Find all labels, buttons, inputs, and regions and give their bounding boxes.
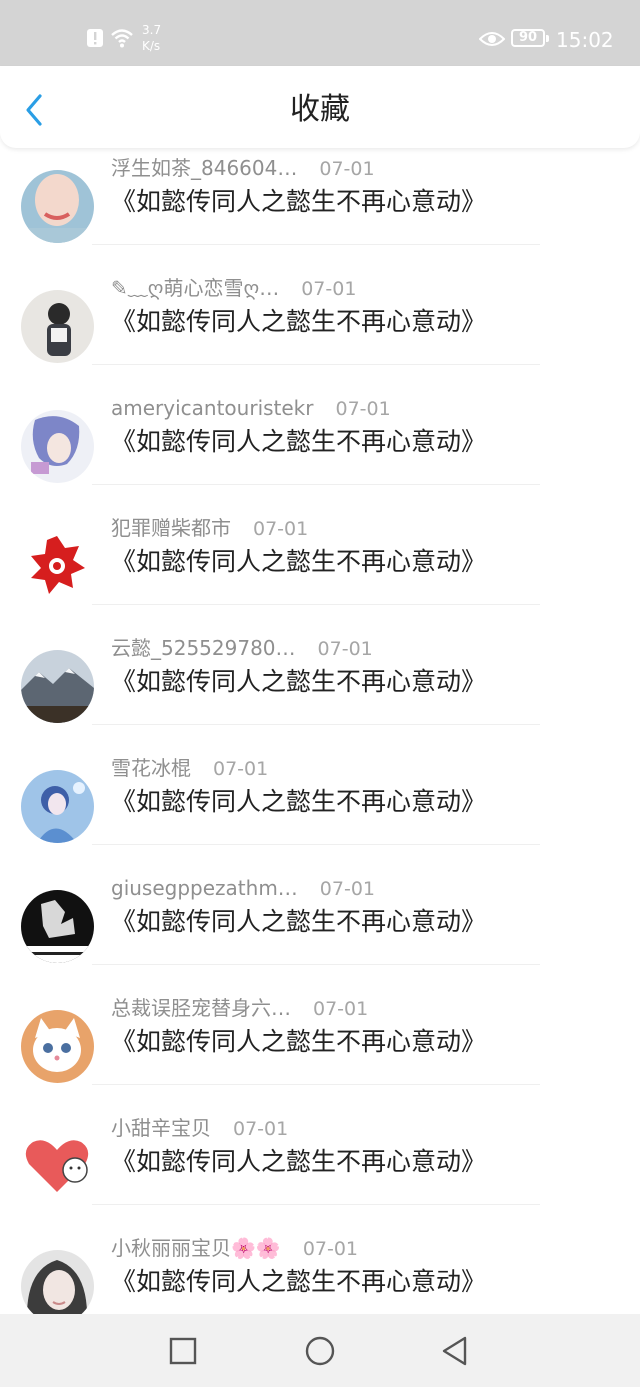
date: 07-01 bbox=[319, 158, 375, 180]
divider bbox=[92, 1084, 540, 1085]
network-speed-unit: K/s bbox=[142, 39, 161, 53]
item-meta: 犯罪赠柴都市 07-01 bbox=[111, 510, 308, 546]
network-speed: 3.7 K/s bbox=[142, 22, 172, 54]
date: 07-01 bbox=[313, 998, 369, 1020]
list-item[interactable]: ✎﹏ღ萌心恋雪ღ… 07-01 《如懿传同人之懿生不再心意动》 bbox=[0, 268, 640, 388]
book-title[interactable]: 《如懿传同人之懿生不再心意动》 bbox=[111, 184, 486, 220]
date: 07-01 bbox=[335, 398, 391, 420]
recents-button[interactable] bbox=[166, 1334, 200, 1368]
avatar[interactable] bbox=[21, 1250, 94, 1314]
username[interactable]: 小秋丽丽宝贝🌸🌸 bbox=[111, 1236, 281, 1260]
book-title[interactable]: 《如懿传同人之懿生不再心意动》 bbox=[111, 1264, 486, 1300]
item-meta: giusegppezathm… 07-01 bbox=[111, 870, 375, 906]
back-nav-button[interactable] bbox=[438, 1334, 472, 1368]
favorites-list[interactable]: 浮生如茶_846604… 07-01 《如懿传同人之懿生不再心意动》 ✎﹏ღ萌心恋… bbox=[0, 148, 640, 1314]
date: 07-01 bbox=[213, 758, 269, 780]
list-item[interactable]: 雪花冰棍 07-01 《如懿传同人之懿生不再心意动》 bbox=[0, 748, 640, 868]
avatar[interactable] bbox=[21, 1010, 94, 1083]
divider bbox=[92, 964, 540, 965]
book-title[interactable]: 《如懿传同人之懿生不再心意动》 bbox=[111, 424, 486, 460]
item-meta: 浮生如茶_846604… 07-01 bbox=[111, 150, 375, 186]
username[interactable]: ✎﹏ღ萌心恋雪ღ… bbox=[111, 276, 279, 300]
avatar[interactable] bbox=[21, 410, 94, 483]
username[interactable]: 总裁误胫宠替身六… bbox=[111, 996, 291, 1020]
date: 07-01 bbox=[301, 278, 357, 300]
avatar[interactable] bbox=[21, 530, 94, 603]
battery-icon: 90 bbox=[511, 29, 549, 47]
avatar[interactable] bbox=[21, 1130, 94, 1203]
item-meta: 雪花冰棍 07-01 bbox=[111, 750, 268, 786]
book-title[interactable]: 《如懿传同人之懿生不再心意动》 bbox=[111, 304, 486, 340]
book-title[interactable]: 《如懿传同人之懿生不再心意动》 bbox=[111, 664, 486, 700]
divider bbox=[92, 364, 540, 365]
item-meta: ameryicantouristekr 07-01 bbox=[111, 390, 391, 426]
book-title[interactable]: 《如懿传同人之懿生不再心意动》 bbox=[111, 1024, 486, 1060]
clock: 15:02 bbox=[556, 28, 614, 52]
system-nav-bar bbox=[0, 1314, 640, 1387]
list-item[interactable]: 小秋丽丽宝贝🌸🌸 07-01 《如懿传同人之懿生不再心意动》 bbox=[0, 1228, 640, 1314]
item-meta: 总裁误胫宠替身六… 07-01 bbox=[111, 990, 368, 1026]
avatar[interactable] bbox=[21, 890, 94, 963]
list-item[interactable]: 总裁误胫宠替身六… 07-01 《如懿传同人之懿生不再心意动》 bbox=[0, 988, 640, 1108]
date: 07-01 bbox=[317, 638, 373, 660]
avatar[interactable] bbox=[21, 770, 94, 843]
book-title[interactable]: 《如懿传同人之懿生不再心意动》 bbox=[111, 904, 486, 940]
book-title[interactable]: 《如懿传同人之懿生不再心意动》 bbox=[111, 784, 486, 820]
page-title: 收藏 bbox=[290, 92, 350, 127]
date: 07-01 bbox=[319, 878, 376, 900]
wifi-icon bbox=[111, 29, 133, 48]
date: 07-01 bbox=[302, 1238, 359, 1260]
divider bbox=[92, 244, 540, 245]
username[interactable]: ameryicantouristekr bbox=[111, 396, 314, 420]
list-item[interactable]: giusegppezathm… 07-01 《如懿传同人之懿生不再心意动》 bbox=[0, 868, 640, 988]
eye-icon bbox=[479, 32, 505, 46]
username[interactable]: 浮生如茶_846604… bbox=[111, 156, 297, 180]
home-button[interactable] bbox=[303, 1334, 337, 1368]
triangle-back-icon bbox=[442, 1336, 467, 1366]
item-meta: 云懿_525529780… 07-01 bbox=[111, 630, 373, 666]
status-bar: 3.7 K/s 90 15:02 bbox=[0, 0, 640, 66]
username[interactable]: giusegppezathm… bbox=[111, 876, 298, 900]
date: 07-01 bbox=[233, 1118, 289, 1140]
divider bbox=[92, 724, 540, 725]
username[interactable]: 小甜辛宝贝 bbox=[111, 1116, 211, 1140]
avatar[interactable] bbox=[21, 170, 94, 243]
username[interactable]: 犯罪赠柴都市 bbox=[111, 516, 231, 540]
divider bbox=[92, 604, 540, 605]
avatar[interactable] bbox=[21, 650, 94, 723]
list-item[interactable]: 犯罪赠柴都市 07-01 《如懿传同人之懿生不再心意动》 bbox=[0, 508, 640, 628]
avatar[interactable] bbox=[21, 290, 94, 363]
divider bbox=[92, 1204, 540, 1205]
date: 07-01 bbox=[253, 518, 309, 540]
app-header: 收藏 bbox=[0, 66, 640, 148]
list-item[interactable]: 浮生如茶_846604… 07-01 《如懿传同人之懿生不再心意动》 bbox=[0, 148, 640, 268]
item-meta: ✎﹏ღ萌心恋雪ღ… 07-01 bbox=[111, 270, 356, 306]
network-speed-value: 3.7 bbox=[142, 23, 162, 37]
circle-home-icon bbox=[305, 1336, 335, 1366]
list-item[interactable]: ameryicantouristekr 07-01 《如懿传同人之懿生不再心意动》 bbox=[0, 388, 640, 508]
book-title[interactable]: 《如懿传同人之懿生不再心意动》 bbox=[111, 544, 486, 580]
square-recents-icon bbox=[169, 1337, 197, 1365]
item-meta: 小甜辛宝贝 07-01 bbox=[111, 1110, 288, 1146]
username[interactable]: 雪花冰棍 bbox=[111, 756, 191, 780]
username[interactable]: 云懿_525529780… bbox=[111, 636, 296, 660]
alert-icon bbox=[87, 29, 103, 47]
divider bbox=[92, 484, 540, 485]
book-title[interactable]: 《如懿传同人之懿生不再心意动》 bbox=[111, 1144, 486, 1180]
item-meta: 小秋丽丽宝贝🌸🌸 07-01 bbox=[111, 1230, 358, 1266]
list-item[interactable]: 云懿_525529780… 07-01 《如懿传同人之懿生不再心意动》 bbox=[0, 628, 640, 748]
list-item[interactable]: 小甜辛宝贝 07-01 《如懿传同人之懿生不再心意动》 bbox=[0, 1108, 640, 1228]
divider bbox=[92, 844, 540, 845]
